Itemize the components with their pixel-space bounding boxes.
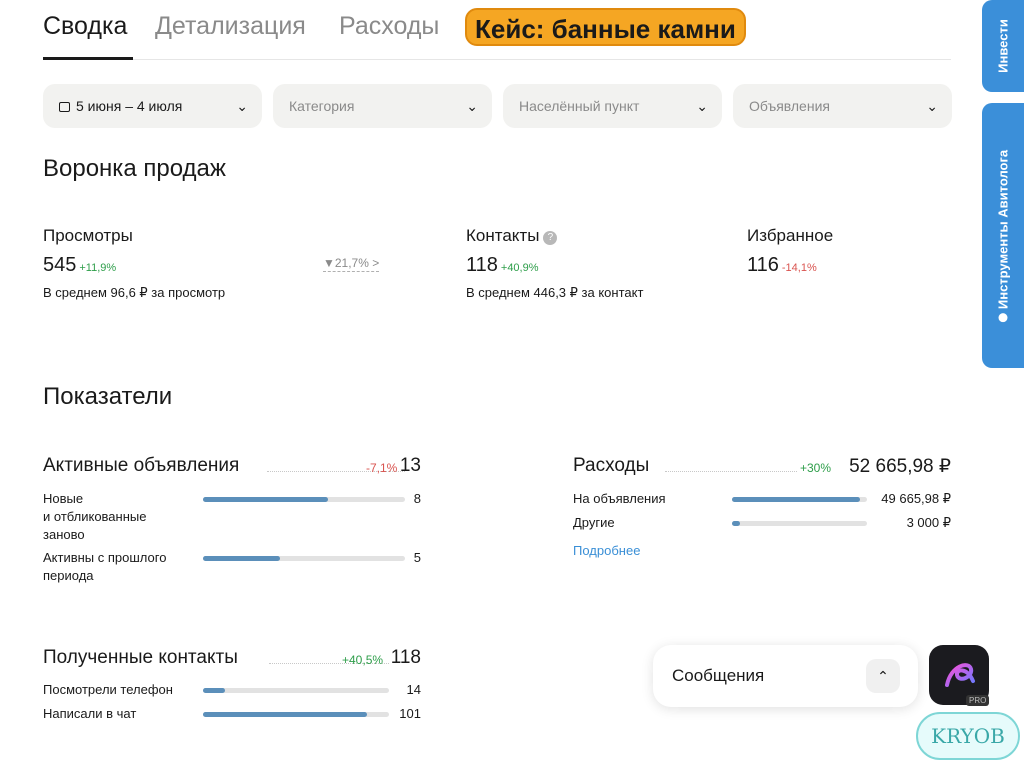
progress-fill — [203, 688, 226, 693]
chevron-down-icon: ⌄ — [236, 98, 248, 114]
contacts-value: 118 — [466, 254, 498, 276]
views-delta: +11,9% — [79, 262, 117, 274]
conversion-link[interactable]: ▼21,7% > — [323, 256, 380, 272]
chevron-down-icon: ⌄ — [696, 98, 708, 114]
leader-dots — [665, 471, 797, 472]
row-value-other: 3 000 ₽ — [906, 515, 951, 530]
period-filter[interactable]: 5 июня – 4 июля ⌄ — [43, 84, 262, 128]
row-label-phone: Посмотрели телефон — [43, 682, 173, 697]
progress-fill — [203, 556, 280, 561]
kryob-watermark-logo: KRYOB — [916, 712, 1020, 760]
avito-tools-label: Инструменты Авитолога — [995, 149, 1011, 309]
location-filter[interactable]: Населённый пункт ⌄ — [503, 84, 722, 128]
row-label-new: Новые и отбликованные заново — [43, 490, 146, 544]
active-listings-header: Активные объявления -7,1% 13 — [43, 455, 421, 479]
views-average: В среднем 96,6 ₽ за просмотр — [43, 285, 226, 300]
case-badge: Кейс: банные камни — [465, 8, 746, 46]
watermark-text: KRYOB — [931, 724, 1005, 748]
row-value-chat: 101 — [399, 706, 421, 721]
expenses-total: 52 665,98 ₽ — [849, 456, 951, 477]
favorites-label: Избранное — [747, 226, 834, 245]
views-label: Просмотры — [43, 226, 133, 245]
contacts-metric: Контакты? 118 +40,9% В среднем 446,3 ₽ за… — [466, 226, 643, 301]
progress-fill — [732, 521, 741, 526]
dots-icon — [998, 312, 1008, 322]
favorites-delta: -14,1% — [781, 262, 817, 274]
progress-chat — [203, 712, 389, 717]
category-filter[interactable]: Категория ⌄ — [273, 84, 492, 128]
views-value: 545 — [43, 254, 77, 276]
contacts-received-title: Полученные контакты — [43, 647, 238, 668]
contacts-received-header: Полученные контакты +40,5% 118 — [43, 647, 421, 671]
contacts-label: Контакты — [466, 226, 540, 245]
row-value-phone: 14 — [406, 682, 421, 697]
investments-label: Инвести — [995, 19, 1011, 73]
messages-widget[interactable]: Сообщения ⌃ — [653, 645, 918, 707]
location-placeholder: Населённый пункт — [519, 98, 640, 114]
row-label-other: Другие — [573, 515, 615, 530]
pro-badge: PRO — [966, 695, 990, 706]
progress-fill — [203, 497, 329, 502]
chevron-down-icon: ⌄ — [466, 98, 478, 114]
row-value-ads: 49 665,98 ₽ — [881, 491, 951, 506]
top-tabs: Сводка Детализация Расходы Кейс: банные … — [43, 0, 951, 60]
expenses-pct: +30% — [800, 461, 832, 475]
row-label-ads: На объявления — [573, 491, 666, 506]
contacts-delta: +40,9% — [500, 262, 539, 274]
filters-bar: 5 июня – 4 июля ⌄ Категория ⌄ Населённый… — [43, 84, 952, 128]
progress-other — [732, 521, 867, 526]
row-value-new: 8 — [413, 491, 421, 506]
tab-details[interactable]: Детализация — [155, 12, 306, 41]
funnel-title: Воронка продаж — [43, 155, 226, 182]
progress-fill — [203, 712, 367, 717]
help-icon[interactable]: ? — [543, 231, 558, 245]
progress-carried — [203, 556, 405, 561]
row-value-carried: 5 — [413, 550, 421, 565]
category-placeholder: Категория — [289, 98, 355, 114]
investments-side-tab[interactable]: Инвести — [982, 0, 1024, 92]
calendar-icon — [59, 102, 70, 112]
progress-fill — [732, 497, 861, 502]
contacts-received-total: 118 — [390, 647, 421, 668]
progress-new — [203, 497, 405, 502]
indicators-title: Показатели — [43, 383, 173, 410]
expenses-header: Расходы +30% 52 665,98 ₽ — [573, 455, 951, 479]
contacts-average: В среднем 446,3 ₽ за контакт — [466, 285, 644, 300]
period-value: 5 июня – 4 июля — [76, 98, 183, 114]
row-label-carried-text: Активны с прошлого периода — [43, 550, 167, 583]
more-link[interactable]: Подробнее — [573, 543, 640, 558]
favorites-value: 116 — [747, 254, 779, 276]
expand-messages-button[interactable]: ⌃ — [866, 659, 900, 693]
tab-expenses[interactable]: Расходы — [339, 12, 439, 41]
progress-ads — [732, 497, 867, 502]
tab-summary[interactable]: Сводка — [43, 12, 127, 41]
messages-label: Сообщения — [672, 666, 765, 685]
chevron-up-icon: ⌃ — [877, 668, 889, 684]
chevron-down-icon: ⌄ — [926, 98, 938, 114]
contacts-received-pct: +40,5% — [342, 653, 384, 667]
progress-phone — [203, 688, 389, 693]
active-listings-pct: -7,1% — [366, 461, 398, 475]
listings-placeholder: Объявления — [749, 98, 830, 114]
views-metric: Просмотры 545 +11,9% В среднем 96,6 ₽ за … — [43, 226, 225, 301]
listings-filter[interactable]: Объявления ⌄ — [733, 84, 952, 128]
avito-tools-side-tab[interactable]: Инструменты Авитолога — [982, 103, 1024, 368]
active-tab-underline — [43, 57, 133, 60]
active-listings-total: 13 — [399, 455, 421, 476]
row-label-chat: Написали в чат — [43, 706, 137, 721]
row-label-new-text: Новые и отбликованные заново — [43, 491, 147, 542]
favorites-metric: Избранное 116 -14,1% — [747, 226, 833, 277]
expenses-title: Расходы — [573, 455, 650, 476]
active-listings-title: Активные объявления — [43, 455, 240, 476]
row-label-carried: Активны с прошлого периода — [43, 549, 166, 585]
